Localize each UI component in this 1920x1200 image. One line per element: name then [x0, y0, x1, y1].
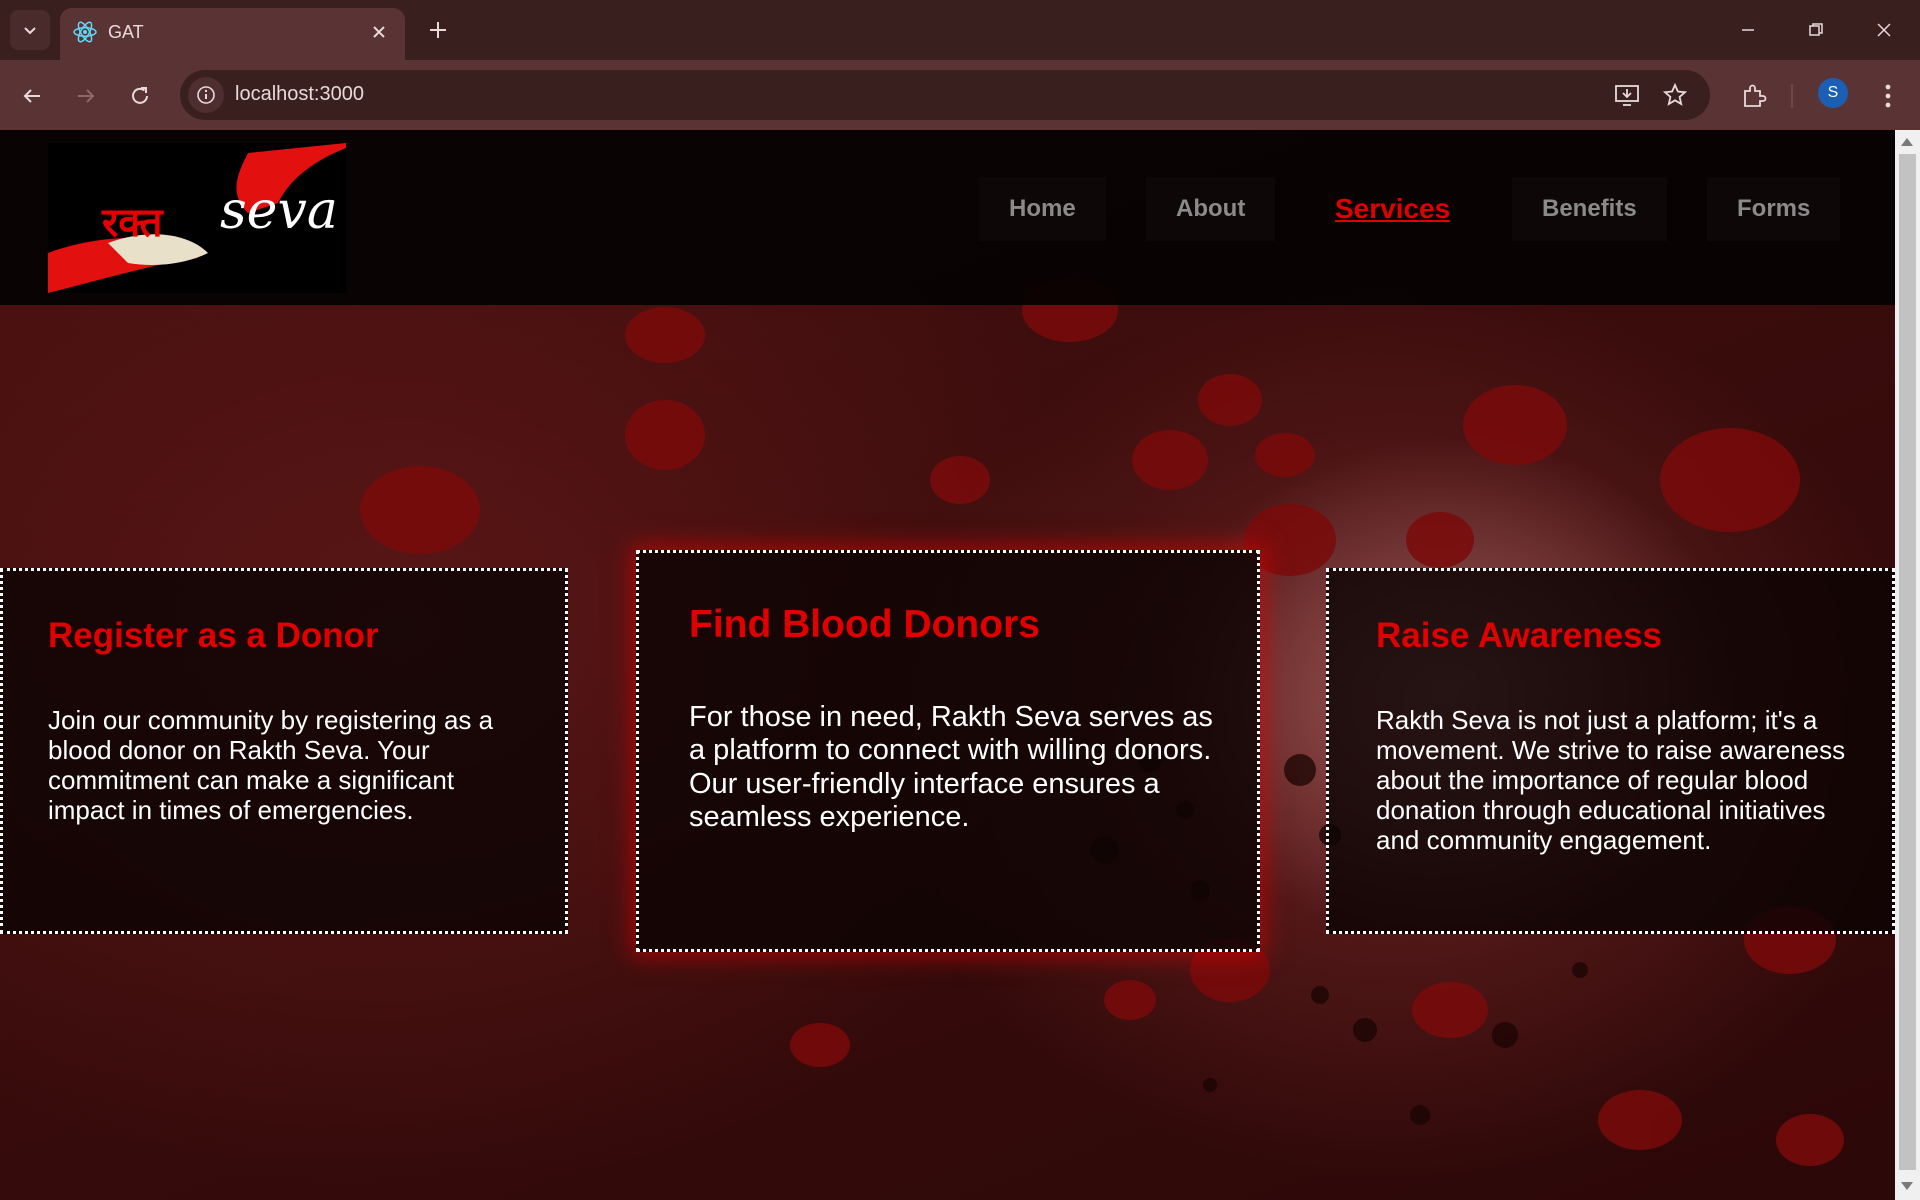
chevron-down-icon: [24, 27, 36, 35]
site-logo[interactable]: रक्त seva: [48, 143, 346, 293]
bookmark-button[interactable]: [1658, 78, 1692, 112]
arrow-right-icon: [78, 89, 95, 103]
restore-button[interactable]: [1796, 10, 1836, 50]
scroll-up-icon[interactable]: [1901, 138, 1913, 146]
close-icon: [373, 26, 385, 38]
nav-services[interactable]: Services: [1305, 177, 1480, 241]
close-window-button[interactable]: [1864, 10, 1904, 50]
minimize-icon: [1742, 29, 1754, 31]
toolbar-divider: [1791, 84, 1793, 108]
site-header: रक्त seva Home About Services Benefits F…: [0, 130, 1895, 305]
star-icon: [1662, 82, 1688, 106]
browser-tab-bar: GAT: [0, 0, 1920, 60]
more-vertical-icon: [1885, 84, 1891, 108]
forward-button[interactable]: [66, 76, 106, 116]
install-icon: [1615, 85, 1639, 106]
react-icon: [73, 21, 97, 43]
nav-forms[interactable]: Forms: [1707, 177, 1841, 241]
nav-benefits[interactable]: Benefits: [1512, 177, 1667, 241]
card-title: Find Blood Donors: [689, 603, 1040, 646]
plus-icon: [430, 22, 446, 38]
extensions-button[interactable]: [1734, 76, 1774, 116]
card-body: Join our community by registering as a b…: [48, 705, 494, 825]
puzzle-icon: [1744, 84, 1767, 107]
install-app-button[interactable]: [1610, 78, 1644, 112]
browser-toolbar: localhost:3000 S: [0, 60, 1920, 130]
logo-text: seva: [220, 181, 338, 241]
scroll-down-icon[interactable]: [1901, 1182, 1913, 1190]
info-icon: [197, 86, 215, 104]
service-card-awareness: Raise Awareness Rakth Seva is not just a…: [1326, 568, 1895, 934]
arrow-left-icon: [23, 89, 40, 103]
url-text[interactable]: localhost:3000: [235, 83, 364, 106]
card-title: Raise Awareness: [1376, 616, 1663, 655]
close-icon: [1877, 23, 1891, 37]
browser-tab[interactable]: GAT: [60, 8, 405, 60]
menu-button[interactable]: [1868, 76, 1908, 116]
tab-search-button[interactable]: [10, 10, 50, 50]
profile-avatar[interactable]: S: [1818, 78, 1848, 108]
service-card-find-donors: Find Blood Donors For those in need, Rak…: [636, 550, 1260, 952]
card-title: Register as a Donor: [48, 616, 379, 655]
reload-icon: [132, 87, 148, 104]
back-button[interactable]: [12, 76, 52, 116]
new-tab-button[interactable]: [420, 12, 456, 48]
page-viewport: रक्त seva Home About Services Benefits F…: [0, 130, 1895, 1200]
minimize-button[interactable]: [1728, 10, 1768, 50]
logo-hindi-text: रक्त: [102, 200, 163, 246]
reload-button[interactable]: [120, 76, 160, 116]
tab-title: GAT: [108, 22, 144, 42]
site-info-button[interactable]: [188, 77, 224, 113]
card-body: Rakth Seva is not just a platform; it's …: [1376, 705, 1846, 855]
address-bar[interactable]: localhost:3000: [180, 70, 1710, 120]
restore-icon: [1809, 23, 1823, 36]
nav-home[interactable]: Home: [979, 177, 1106, 241]
page-scrollbar[interactable]: [1895, 130, 1920, 1200]
card-body: For those in need, Rakth Seva serves as …: [689, 701, 1213, 834]
tab-close-button[interactable]: [367, 20, 391, 44]
service-card-register: Register as a Donor Join our community b…: [0, 568, 568, 934]
nav-about[interactable]: About: [1146, 177, 1276, 241]
scrollbar-thumb[interactable]: [1899, 154, 1916, 1170]
